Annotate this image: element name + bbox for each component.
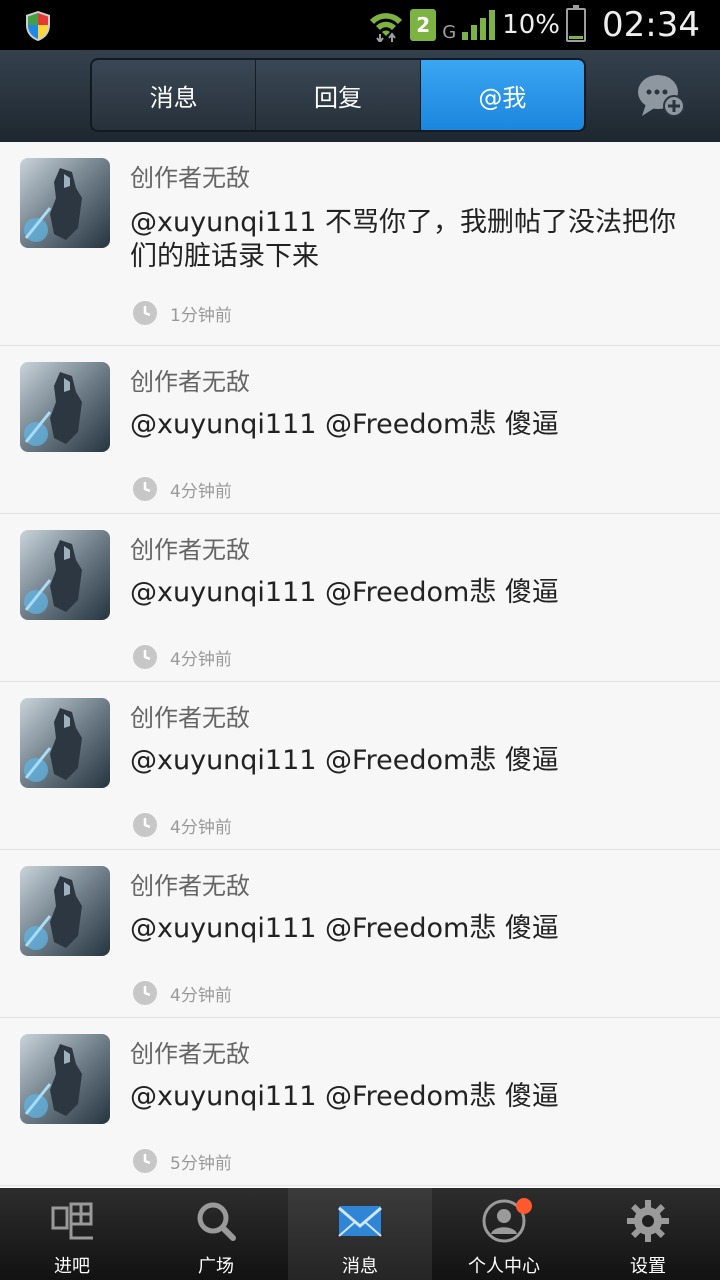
mail-icon [338,1206,382,1237]
timestamp-text: 1分钟前 [170,305,232,326]
mention-text: @xuyunqi111 @Freedom悲 傻逼 [130,745,559,776]
nav-profile-label: 个人中心 [468,1256,540,1277]
tab-replies-label: 回复 [313,83,362,112]
clock-time: 02:34 [602,5,700,45]
nav-settings-label: 设置 [630,1256,666,1277]
sim-card-icon: 2 [410,9,437,41]
avatar[interactable] [20,362,110,452]
tab-mentions-label: @我 [478,83,527,112]
signal-strength-icon [462,10,496,40]
username[interactable]: 创作者无敌 [130,158,250,193]
wifi-icon [370,13,403,42]
timestamp: 1分钟前 [132,300,232,326]
security-shield-icon [26,11,50,41]
message-tabs: 消息 回复 @我 [90,58,586,132]
timestamp: 5分钟前 [132,1148,232,1174]
username[interactable]: 创作者无敌 [130,698,250,733]
username[interactable]: 创作者无敌 [130,866,250,901]
tab-messages-label: 消息 [149,83,198,112]
clock-icon [133,477,157,501]
timestamp-text: 4分钟前 [170,649,232,670]
timestamp: 4分钟前 [132,476,232,502]
bottom-nav: 进吧 广场 消息 个人中心 设置 [0,1188,720,1280]
mention-text: @xuyunqi111 @Freedom悲 傻逼 [130,409,559,440]
username[interactable]: 创作者无敌 [130,530,250,565]
mention-text: @xuyunqi111 @Freedom悲 傻逼 [130,913,559,944]
network-type: G [442,21,457,43]
username[interactable]: 创作者无敌 [130,362,250,397]
avatar[interactable] [20,866,110,956]
ba-icon [51,1202,93,1240]
nav-enter-ba-label: 进吧 [54,1256,90,1277]
timestamp-text: 4分钟前 [170,481,232,502]
nav-messages[interactable]: 消息 [288,1188,432,1280]
timestamp: 4分钟前 [132,644,232,670]
tab-mentions[interactable]: @我 [420,60,584,130]
gear-icon [627,1200,669,1242]
battery-percent: 10% [502,10,561,40]
clock-icon [133,645,157,669]
mention-text: @xuyunqi111 @Freedom悲 傻逼 [130,1081,559,1112]
timestamp: 4分钟前 [132,812,232,838]
nav-messages-label: 消息 [342,1256,378,1277]
timestamp: 4分钟前 [132,980,232,1006]
timestamp-text: 4分钟前 [170,817,232,838]
avatar[interactable] [20,530,110,620]
mention-text: @xuyunqi111 @Freedom悲 傻逼 [130,577,559,608]
list-item[interactable]: 创作者无敌 @xuyunqi111 @Freedom悲 傻逼 4分钟前 [0,850,720,1018]
clock-icon [133,813,157,837]
clock-icon [133,981,157,1005]
clock-icon [133,1149,157,1173]
nav-enter-ba[interactable]: 进吧 [0,1188,144,1280]
list-item[interactable]: 创作者无敌 @xuyunqi111 @Freedom悲 傻逼 5分钟前 [0,1018,720,1186]
nav-profile[interactable]: 个人中心 [432,1188,576,1280]
mention-text: @xuyunqi111 不骂你了，我删帖了没法把你们的脏话录下来 [130,207,677,272]
list-item[interactable]: 创作者无敌 @xuyunqi111 @Freedom悲 傻逼 4分钟前 [0,682,720,850]
tab-replies[interactable]: 回复 [256,60,421,130]
status-bar: 2 G 10% 02:34 [0,0,720,50]
mentions-list: 创作者无敌 @xuyunqi111 不骂你了，我删帖了没法把你们的脏话录下来 1… [0,142,720,1188]
username[interactable]: 创作者无敌 [130,1034,250,1069]
chat-plus-icon[interactable] [636,72,686,120]
avatar[interactable] [20,158,110,248]
top-nav: 消息 回复 @我 [0,50,720,143]
list-item[interactable]: 创作者无敌 @xuyunqi111 @Freedom悲 傻逼 4分钟前 [0,514,720,682]
sim-slot-label: 2 [416,13,431,37]
search-icon [197,1202,236,1241]
avatar[interactable] [20,1034,110,1124]
list-item[interactable]: 创作者无敌 @xuyunqi111 @Freedom悲 傻逼 4分钟前 [0,346,720,514]
list-item[interactable]: 创作者无敌 @xuyunqi111 不骂你了，我删帖了没法把你们的脏话录下来 1… [0,142,720,346]
nav-square[interactable]: 广场 [144,1188,288,1280]
tab-messages[interactable]: 消息 [92,60,257,130]
notification-badge [516,1198,532,1214]
avatar[interactable] [20,698,110,788]
timestamp-text: 4分钟前 [170,985,232,1006]
nav-settings[interactable]: 设置 [576,1188,720,1280]
battery-icon [566,5,587,42]
clock-icon [133,301,157,325]
timestamp-text: 5分钟前 [170,1153,232,1174]
nav-square-label: 广场 [198,1256,234,1277]
